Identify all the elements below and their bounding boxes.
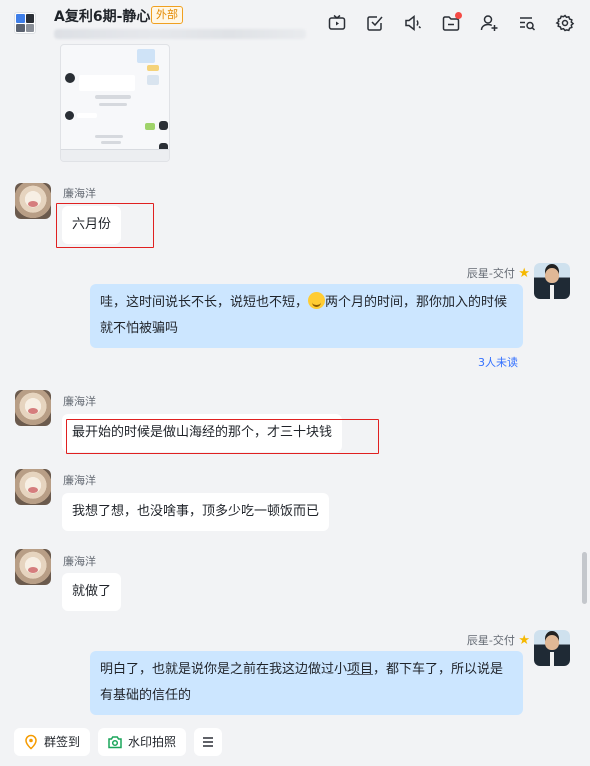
gear-icon[interactable] — [554, 12, 576, 34]
location-pin-icon — [25, 734, 37, 750]
scrollbar[interactable] — [582, 552, 587, 604]
sender-name[interactable]: 廉海洋 — [63, 185, 96, 201]
group-description-blurred — [54, 29, 306, 39]
message-list[interactable]: 廉海洋 六月份 辰星-交付 ★ 哇，这时间说长不长，说短也不短， 两个月的时间，那… — [0, 44, 590, 720]
sender-name[interactable]: 辰星-交付 ★ — [420, 265, 530, 281]
message-bubble[interactable]: 明白了，也就是说你是之前在我这边做过小项目，都下车了，所以说是有基础的信任的 — [90, 651, 523, 715]
tv-icon[interactable] — [326, 12, 348, 34]
avatar[interactable] — [534, 630, 570, 666]
read-status[interactable]: 3人未读 — [478, 354, 518, 370]
group-checkin-button[interactable]: 群签到 — [14, 728, 91, 756]
message-bubble[interactable]: 就做了 — [62, 573, 122, 611]
sender-name[interactable]: 廉海洋 — [63, 472, 96, 488]
message-bubble[interactable]: 哇，这时间说长不长，说短也不短， 两个月的时间，那你加入的时候就不怕被骗吗 — [90, 284, 523, 348]
search-list-icon[interactable] — [516, 12, 538, 34]
external-badge: 外部 — [151, 6, 183, 24]
avatar[interactable] — [15, 183, 51, 219]
avatar[interactable] — [534, 263, 570, 299]
chat-header: A复利6期-静心 外部 — [0, 0, 590, 44]
bottom-toolbar: 群签到 水印拍照 — [0, 720, 590, 766]
speaker-icon[interactable] — [402, 12, 424, 34]
watermark-photo-button[interactable]: 水印拍照 — [98, 728, 187, 756]
image-message[interactable] — [60, 44, 170, 162]
folder-icon[interactable] — [440, 12, 462, 34]
message-bubble[interactable]: 最开始的时候是做山海经的那个，才三十块钱 — [62, 414, 343, 452]
emoji-icon — [308, 292, 326, 309]
checkbox-icon[interactable] — [364, 12, 386, 34]
avatar[interactable] — [15, 469, 51, 505]
more-menu-button[interactable] — [194, 728, 222, 756]
avatar[interactable] — [15, 390, 51, 426]
menu-icon — [203, 737, 213, 747]
camera-icon — [108, 736, 122, 749]
group-avatar[interactable] — [14, 12, 36, 34]
sender-name[interactable]: 辰星-交付 ★ — [420, 632, 530, 648]
star-icon: ★ — [518, 633, 530, 648]
avatar[interactable] — [15, 549, 51, 585]
star-icon: ★ — [518, 266, 530, 281]
sender-name[interactable]: 廉海洋 — [63, 553, 96, 569]
notification-dot — [455, 12, 462, 19]
message-bubble[interactable]: 六月份 — [62, 206, 122, 244]
add-member-icon[interactable] — [478, 12, 500, 34]
chat-title[interactable]: A复利6期-静心 — [54, 6, 150, 26]
sender-name[interactable]: 廉海洋 — [63, 393, 96, 409]
message-bubble[interactable]: 我想了想，也没啥事，顶多少吃一顿饭而已 — [62, 493, 330, 531]
